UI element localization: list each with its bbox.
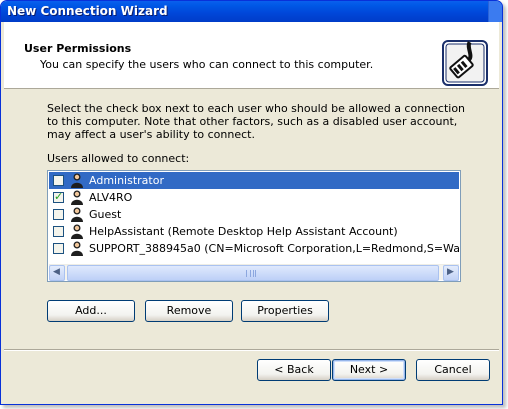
user-icon — [71, 190, 83, 205]
user-name: SUPPORT_388945a0 (CN=Microsoft Corporati… — [89, 242, 459, 255]
user-checkbox[interactable] — [53, 209, 64, 220]
scroll-left-button[interactable]: ◀ — [49, 265, 65, 281]
user-checkbox[interactable]: ✓ — [53, 190, 64, 203]
instructions-text: Select the check box next to each user w… — [47, 102, 466, 141]
footer-divider — [4, 349, 499, 351]
page-subtitle: You can specify the users who can connec… — [40, 58, 374, 71]
next-button[interactable]: Next > — [332, 359, 406, 381]
network-connection-icon — [442, 40, 488, 86]
wizard-body: Select the check box next to each user w… — [4, 90, 499, 360]
window-title: New Connection Wizard — [7, 4, 168, 18]
chevron-right-icon: ▶ — [447, 267, 454, 277]
user-icon — [71, 173, 83, 188]
remove-button[interactable]: Remove — [145, 300, 233, 322]
user-name: ALV4RO — [89, 191, 133, 204]
user-name: Guest — [89, 208, 122, 221]
page-title: User Permissions — [24, 42, 132, 55]
users-list-label: Users allowed to connect: — [47, 152, 190, 165]
check-icon: ✓ — [54, 190, 64, 203]
back-button[interactable]: < Back — [257, 359, 331, 381]
scroll-thumb[interactable] — [67, 265, 439, 281]
user-icon — [71, 207, 83, 222]
list-item[interactable]: Guest — [49, 206, 459, 223]
grip-icon — [246, 270, 256, 277]
users-listbox[interactable]: Administrator ✓ ALV4RO Guest HelpAssista… — [47, 170, 461, 282]
title-bar-edge — [488, 1, 502, 22]
user-icon — [71, 241, 83, 256]
list-item[interactable]: ✓ ALV4RO — [49, 189, 459, 206]
properties-button[interactable]: Properties — [241, 300, 329, 322]
list-item[interactable]: Administrator — [49, 172, 459, 189]
user-checkbox[interactable] — [53, 175, 64, 186]
horizontal-scrollbar[interactable]: ◀ ▶ — [49, 264, 459, 281]
wizard-header: User Permissions You can specify the use… — [4, 22, 499, 89]
user-checkbox[interactable] — [53, 226, 64, 237]
chevron-left-icon: ◀ — [53, 267, 60, 277]
user-name: HelpAssistant (Remote Desktop Help Assis… — [89, 225, 398, 238]
title-bar[interactable]: New Connection Wizard — [1, 1, 502, 22]
user-name: Administrator — [89, 174, 164, 187]
wizard-window: New Connection Wizard User Permissions Y… — [0, 0, 503, 405]
cancel-button[interactable]: Cancel — [416, 359, 490, 381]
scroll-right-button[interactable]: ▶ — [443, 265, 459, 281]
user-icon — [71, 224, 83, 239]
add-button[interactable]: Add... — [47, 300, 135, 322]
list-item[interactable]: HelpAssistant (Remote Desktop Help Assis… — [49, 223, 459, 240]
user-checkbox[interactable] — [53, 243, 64, 254]
list-item[interactable]: SUPPORT_388945a0 (CN=Microsoft Corporati… — [49, 240, 459, 257]
